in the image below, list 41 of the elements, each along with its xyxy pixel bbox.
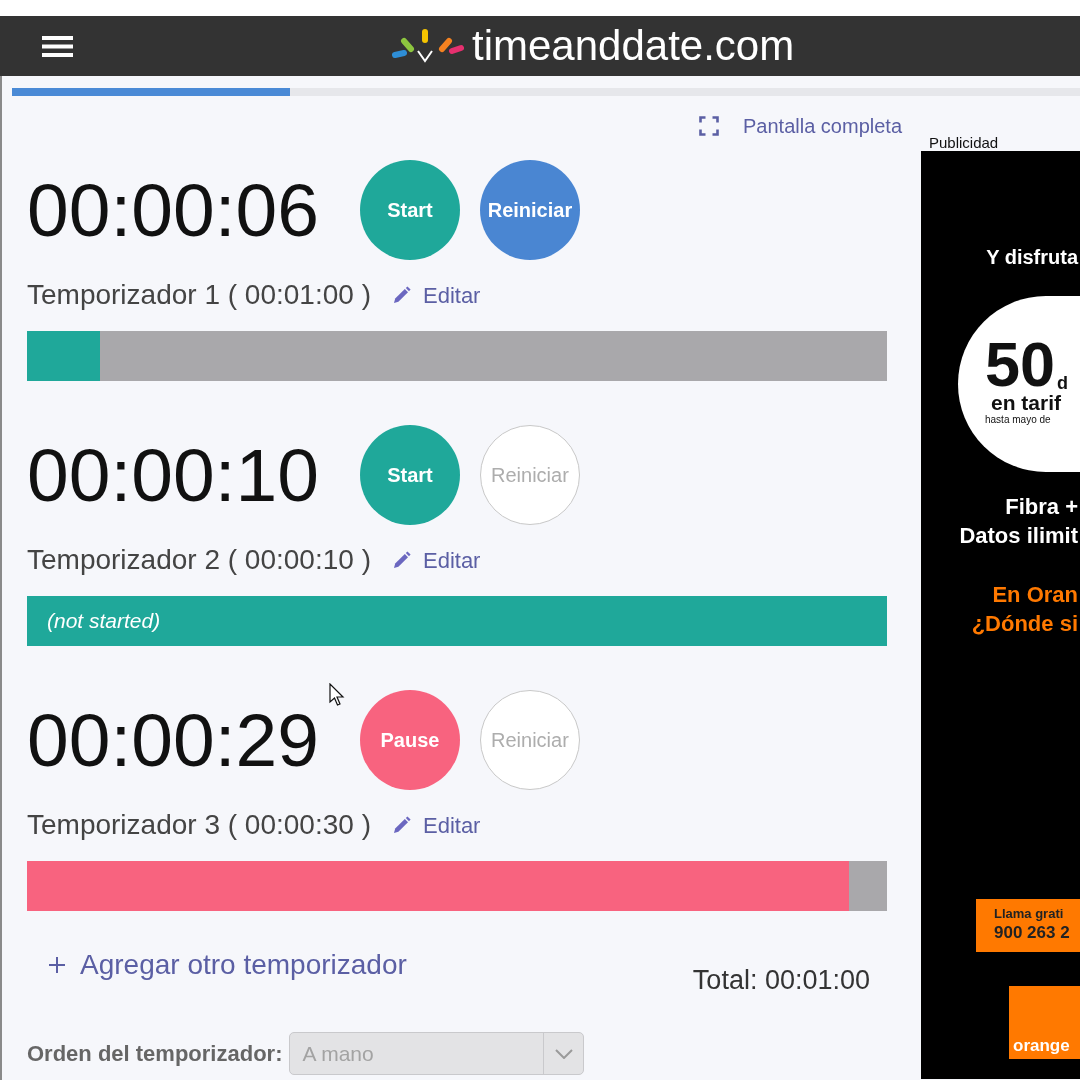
edit-link[interactable]: Editar [392,808,481,842]
timer-name: Temporizador 1 ( 00:01:00 ) [27,278,371,312]
chevron-down-icon [555,1048,573,1059]
edit-link[interactable]: Editar [392,278,481,312]
reset-button[interactable]: Reiniciar [479,160,580,260]
fullscreen-link[interactable]: Pantalla completa [699,113,902,139]
countdown-time: 00:00:29 [27,702,319,778]
total-duration: Total: 00:01:00 [692,965,870,996]
timer-name: Temporizador 2 ( 00:00:10 ) [27,543,371,577]
ad-fine-print: hasta mayo de [985,414,1052,426]
ad-call-text: 900 263 2 [994,922,1071,944]
logo-text: orange [1012,1036,1070,1057]
pencil-icon [392,286,411,304]
logo-icon [392,28,464,64]
timer-name: Temporizador 3 ( 00:00:30 ) [27,808,371,842]
ad-headline: Y disfruta [985,245,1080,269]
countdown-time: 00:00:10 [27,437,319,513]
ad-call-text: Llama grati [994,905,1065,922]
expand-icon [699,116,719,136]
add-timer-link[interactable]: Agregar otro temporizador [48,949,407,981]
ad-text: Fibra + [1004,493,1079,521]
menu-icon[interactable] [42,35,73,57]
countdown-time: 00:00:06 [27,172,319,248]
ad-discount-text: 50 [985,336,1056,392]
plus-icon [48,956,66,974]
ad-banner[interactable]: Y disfruta 50 d en tarif hasta mayo de Fibra + Datos ilimit En Oran ¿Dónde si Llama grati 900 263 2 orange [921,151,1080,1079]
start-button[interactable]: Start [359,425,460,525]
ad-slogan-text: En Oran [991,581,1079,609]
pencil-icon [392,551,411,569]
mouse-pointer-icon [329,683,345,707]
ad-label: Publicidad [928,135,1000,151]
ad-discount-suffix: d [1057,374,1069,392]
pencil-icon [392,816,411,834]
pause-button[interactable]: Pause [359,690,460,790]
ad-text: Datos ilimit [958,522,1079,550]
edit-link[interactable]: Editar [392,543,481,577]
timer-status-text: (not started) [47,608,161,635]
start-button[interactable]: Start [359,160,460,260]
ad-slogan-text: ¿Dónde si [970,610,1079,638]
ad-circle-text: en tarif [991,392,1062,414]
order-label: Orden del temporizador: [27,1040,283,1068]
